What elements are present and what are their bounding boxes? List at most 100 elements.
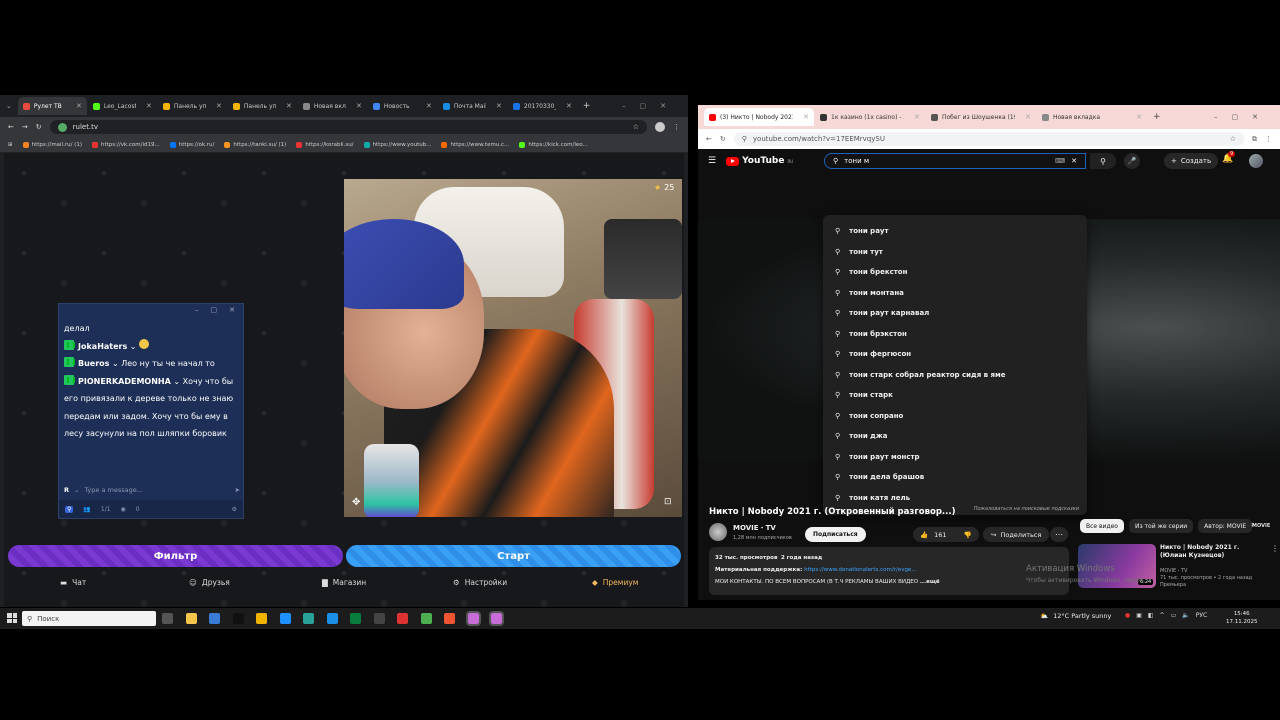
- share-button[interactable]: ↪ Поделиться: [983, 527, 1050, 542]
- menu-icon[interactable]: ⋮: [1265, 135, 1272, 143]
- left-tab[interactable]: Новая вкладк ✕: [298, 97, 367, 115]
- close-icon[interactable]: ✕: [229, 306, 235, 318]
- left-url-bar[interactable]: rulet.tv ☆: [49, 120, 647, 134]
- hamburger-icon[interactable]: ☰: [708, 156, 716, 166]
- bookmark-item[interactable]: https://mail.ru/ (1): [22, 141, 82, 148]
- create-button[interactable]: + Создать: [1164, 153, 1219, 169]
- webcam-video[interactable]: ✥ ⊡: [344, 179, 682, 517]
- move-handle-icon[interactable]: ✥: [352, 497, 360, 508]
- close-tab-icon[interactable]: ✕: [426, 102, 432, 110]
- bookmark-item[interactable]: https://ok.ru/: [169, 141, 214, 148]
- search-suggestion[interactable]: ⚲ тони раут монстр: [823, 447, 1087, 468]
- bookmark-item[interactable]: https://korabli.su/: [296, 141, 354, 148]
- like-count[interactable]: 161: [934, 531, 946, 539]
- window-controls[interactable]: –▢✕: [622, 102, 680, 110]
- steam-icon[interactable]: [350, 613, 361, 624]
- extensions-icon[interactable]: ⧉: [1252, 135, 1257, 144]
- close-tab-icon[interactable]: ✕: [286, 102, 292, 110]
- gear-icon[interactable]: ⚙: [232, 506, 237, 513]
- new-tab-button[interactable]: +: [1153, 112, 1161, 122]
- weather-widget[interactable]: ⛅ 12°C Partly sunny: [1040, 612, 1111, 620]
- language-indicator[interactable]: РУС: [1196, 612, 1207, 619]
- roulette-app-icon[interactable]: [489, 611, 504, 626]
- youtube-search-input[interactable]: ⚲ тони м ⌨ ✕: [824, 153, 1086, 169]
- search-icon[interactable]: ⚲: [65, 505, 74, 513]
- bookmark-item[interactable]: https://www.youtub...: [363, 141, 431, 148]
- left-tab[interactable]: Панель управ ✕: [228, 97, 297, 115]
- bookmark-star-icon[interactable]: ☆: [633, 123, 639, 131]
- chevron-right-icon[interactable]: ›: [1251, 520, 1254, 529]
- search-suggestion[interactable]: ⚲ тони брекстон: [823, 262, 1087, 283]
- filter-chip[interactable]: Все видео: [1080, 519, 1124, 533]
- start-button[interactable]: Старт: [346, 545, 681, 567]
- copilot-icon[interactable]: [185, 613, 197, 624]
- tray-app-icon[interactable]: ●: [1125, 612, 1130, 619]
- terminal-icon[interactable]: [232, 613, 244, 624]
- nav-premium[interactable]: ◆ Премиум: [592, 578, 638, 587]
- close-tab-icon[interactable]: ✕: [566, 102, 572, 110]
- subscribe-button[interactable]: Подписаться: [805, 527, 866, 542]
- left-tab[interactable]: Leo_Lacoste St ✕: [88, 97, 157, 115]
- apps-icon[interactable]: ⊞: [8, 142, 13, 148]
- right-tab[interactable]: (3) Никто | Nobody 2021 г. (О ✕: [704, 108, 814, 126]
- search-suggestion[interactable]: ⚲ тони старк: [823, 385, 1087, 406]
- chat-input-prefix[interactable]: R: [64, 486, 69, 494]
- edge-icon[interactable]: [279, 613, 291, 624]
- teams-icon[interactable]: [303, 613, 314, 624]
- chat-app-icon[interactable]: [326, 613, 338, 624]
- tray-app-icon[interactable]: ◧: [1148, 612, 1154, 619]
- window-controls[interactable]: –▢✕: [1214, 113, 1272, 121]
- close-tab-icon[interactable]: ✕: [76, 102, 82, 110]
- channel-name[interactable]: MOVIE ꞏ TV: [733, 524, 776, 533]
- close-tab-icon[interactable]: ✕: [496, 102, 502, 110]
- left-tab[interactable]: Панель управ ✕: [158, 97, 227, 115]
- search-suggestion[interactable]: ⚲ тони старк собрал реактор сидя в яме: [823, 365, 1087, 386]
- close-tab-icon[interactable]: ✕: [146, 102, 152, 110]
- search-suggestion[interactable]: ⚲ тони фергюсон: [823, 344, 1087, 365]
- maximize-icon[interactable]: ▢: [211, 306, 218, 318]
- nav-settings[interactable]: ⚙ Настройки: [453, 578, 507, 587]
- show-more-link[interactable]: ...ещё: [920, 579, 940, 585]
- gift-icon[interactable]: ⊡: [664, 497, 672, 507]
- nav-chat[interactable]: ▬ Чат: [60, 578, 86, 587]
- close-tab-icon[interactable]: ✕: [216, 102, 222, 110]
- roulette-app-icon[interactable]: [465, 611, 481, 626]
- right-tab[interactable]: Побег из Шоушенка (1994) сл ✕: [926, 108, 1036, 126]
- left-tab[interactable]: Новость ✕: [368, 97, 437, 115]
- taskbar-clock[interactable]: 15:46 17.11.2025: [1226, 610, 1258, 626]
- left-tab[interactable]: Рулет ТВ ✕: [17, 97, 87, 115]
- windows-start-icon[interactable]: [7, 613, 17, 623]
- menu-icon[interactable]: ⋮: [673, 123, 680, 131]
- description-box[interactable]: 32 тыс. просмотров 2 года назад Материал…: [709, 547, 1069, 595]
- keyboard-icon[interactable]: ⌨: [1055, 157, 1065, 165]
- explorer-icon[interactable]: [209, 613, 220, 624]
- notifications-button[interactable]: 🔔 9: [1222, 151, 1236, 164]
- site-info-icon[interactable]: ⚲: [742, 135, 747, 143]
- bookmark-star-icon[interactable]: ☆: [1230, 135, 1236, 143]
- close-tab-icon[interactable]: ✕: [914, 113, 920, 121]
- nav-shop[interactable]: ▇ Магазин: [322, 578, 366, 587]
- show-hidden-icon[interactable]: ^: [1160, 612, 1165, 619]
- like-icon[interactable]: 👍: [920, 531, 928, 539]
- chrome-icon[interactable]: [420, 613, 432, 624]
- search-suggestion[interactable]: ⚲ тони раут: [823, 221, 1087, 242]
- search-suggestion[interactable]: ⚲ тони брэкстон: [823, 324, 1087, 345]
- chat-nick[interactable]: Bueros: [78, 359, 109, 368]
- left-tab[interactable]: 20170330_174 ✕: [508, 97, 577, 115]
- bookmark-item[interactable]: https://kick.com/leo...: [519, 141, 588, 148]
- right-tab[interactable]: 1к казино (1x casino) - Зеркал ✕: [815, 108, 925, 126]
- search-suggestion[interactable]: ⚲ тони сопрано: [823, 406, 1087, 427]
- search-suggestion[interactable]: ⚲ тони тут: [823, 242, 1087, 263]
- chat-nick[interactable]: PIONERKADEMONHA: [78, 377, 171, 386]
- nav-friends[interactable]: ☺ Друзья: [189, 578, 230, 587]
- voice-search-button[interactable]: 🎤: [1124, 153, 1140, 169]
- profile-icon[interactable]: [655, 122, 665, 132]
- network-icon[interactable]: ▭: [1171, 612, 1177, 619]
- filter-chip[interactable]: Из той же серии: [1128, 519, 1194, 533]
- right-url-bar[interactable]: ⚲ youtube.com/watch?v=17EEMrvqySU ☆: [733, 132, 1244, 146]
- forward-icon[interactable]: →: [22, 123, 28, 131]
- minimize-icon[interactable]: –: [195, 306, 199, 318]
- chevron-down-icon[interactable]: ⌄: [74, 486, 79, 494]
- users-icon[interactable]: 👥: [83, 506, 90, 513]
- search-button[interactable]: ⚲: [1090, 153, 1116, 169]
